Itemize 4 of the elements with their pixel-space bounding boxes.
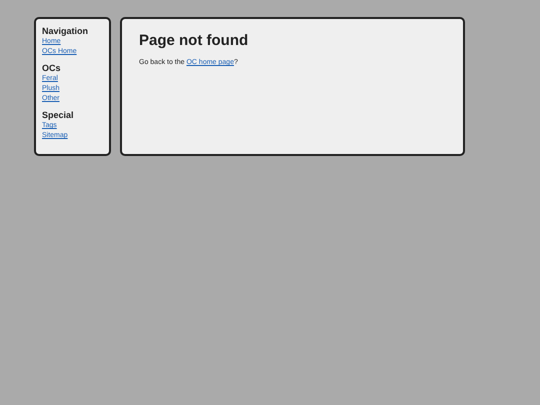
page-title: Page not found [139, 32, 248, 49]
section-heading: Navigation [42, 26, 88, 36]
section-heading: Special [42, 110, 74, 120]
section-heading: OCs [42, 63, 61, 73]
